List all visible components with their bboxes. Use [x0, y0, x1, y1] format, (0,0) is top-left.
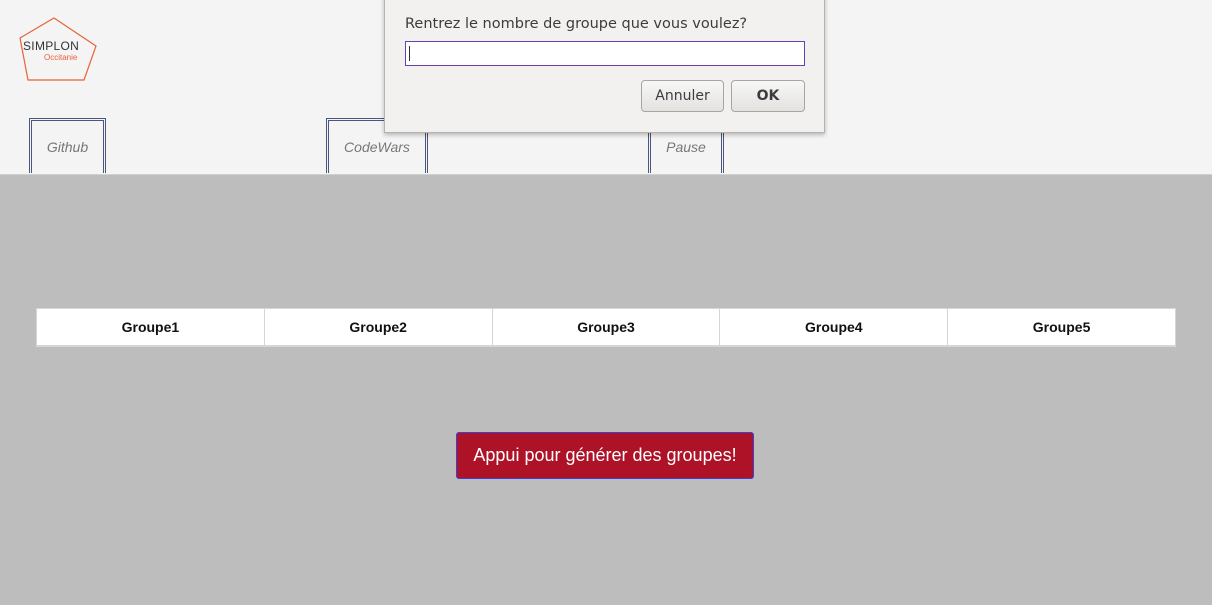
ok-button[interactable]: OK — [731, 80, 805, 112]
logo-subtext: Occitanie — [44, 53, 78, 62]
group-header-3: Groupe3 — [491, 308, 721, 347]
group-count-input[interactable] — [405, 41, 805, 66]
logo-text: SIMPLON — [23, 39, 80, 53]
groups-header-row: Groupe1 Groupe2 Groupe3 Groupe4 Groupe5 — [36, 308, 1176, 347]
prompt-dialog: Rentrez le nombre de groupe que vous vou… — [384, 0, 825, 133]
dialog-prompt-text: Rentrez le nombre de groupe que vous vou… — [405, 16, 748, 32]
text-cursor — [409, 46, 410, 61]
group-header-4: Groupe4 — [719, 308, 949, 347]
groups-table: Groupe1 Groupe2 Groupe3 Groupe4 Groupe5 — [36, 308, 1176, 347]
simplon-logo[interactable]: SIMPLON Occitanie — [18, 16, 100, 84]
group-header-1: Groupe1 — [36, 308, 265, 347]
group-header-2: Groupe2 — [263, 308, 493, 347]
cancel-button[interactable]: Annuler — [641, 80, 724, 112]
nav-github-link[interactable]: Github — [29, 118, 106, 173]
generate-groups-button[interactable]: Appui pour générer des groupes! — [456, 432, 754, 479]
group-header-5: Groupe5 — [947, 308, 1176, 347]
